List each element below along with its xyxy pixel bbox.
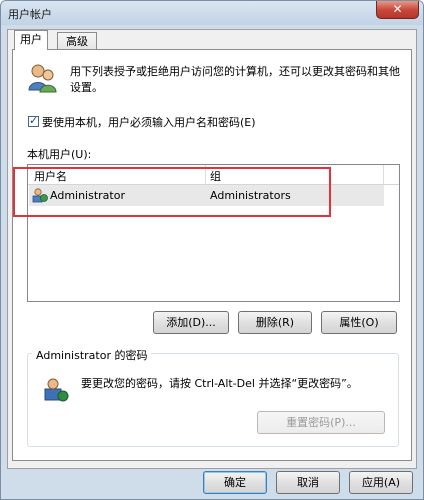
window-title: 用户帐户 [8,8,52,21]
column-divider[interactable] [383,165,384,184]
tab-users[interactable]: 用户 [14,30,48,50]
user-accounts-window: 用户帐户 ✕ 用户 高级 用下列表授予或拒绝用户访问您的计算机，还可以更改其密码… [0,0,424,500]
column-divider[interactable] [205,165,206,184]
close-button[interactable]: ✕ [376,1,419,19]
list-header: 用户名 组 [28,165,399,185]
apply-button[interactable]: 应用(A) [349,471,413,494]
require-login-checkbox[interactable]: ✓ [28,114,39,127]
user-icon [44,378,69,402]
ok-button[interactable]: 确定 [203,471,267,494]
user-icon [32,188,48,203]
users-list[interactable]: 用户名 组 Administrator Administrators [27,164,400,302]
description-text: 用下列表授予或拒绝用户访问您的计算机，还可以更改其密码和其他设置。 [70,65,400,94]
tab-advanced[interactable]: 高级 [57,32,97,50]
properties-button[interactable]: 属性(O) [321,311,397,334]
title-bar[interactable]: 用户帐户 ✕ [1,1,423,25]
remove-button[interactable]: 删除(R) [238,311,312,334]
password-instruction: 要更改您的密码，请按 Ctrl-Alt-Del 并选择“更改密码”。 [81,377,358,390]
group-cell: Administrators [210,189,291,202]
add-button[interactable]: 添加(D)... [153,311,229,334]
users-icon [28,64,57,93]
password-group-title: Administrator 的密码 [32,347,152,363]
column-header-username[interactable]: 用户名 [34,168,67,184]
checkmark-icon: ✓ [29,114,39,127]
column-header-group[interactable]: 组 [210,168,221,184]
reset-password-button[interactable]: 重置密码(P)... [257,411,385,434]
close-icon: ✕ [392,2,403,16]
local-users-label: 本机用户(U): [27,148,92,161]
username-cell: Administrator [50,189,125,202]
cancel-button[interactable]: 取消 [276,471,340,494]
require-login-label[interactable]: 要使用本机，用户必须输入用户名和密码(E) [42,114,256,130]
table-row[interactable]: Administrator Administrators [29,185,384,206]
